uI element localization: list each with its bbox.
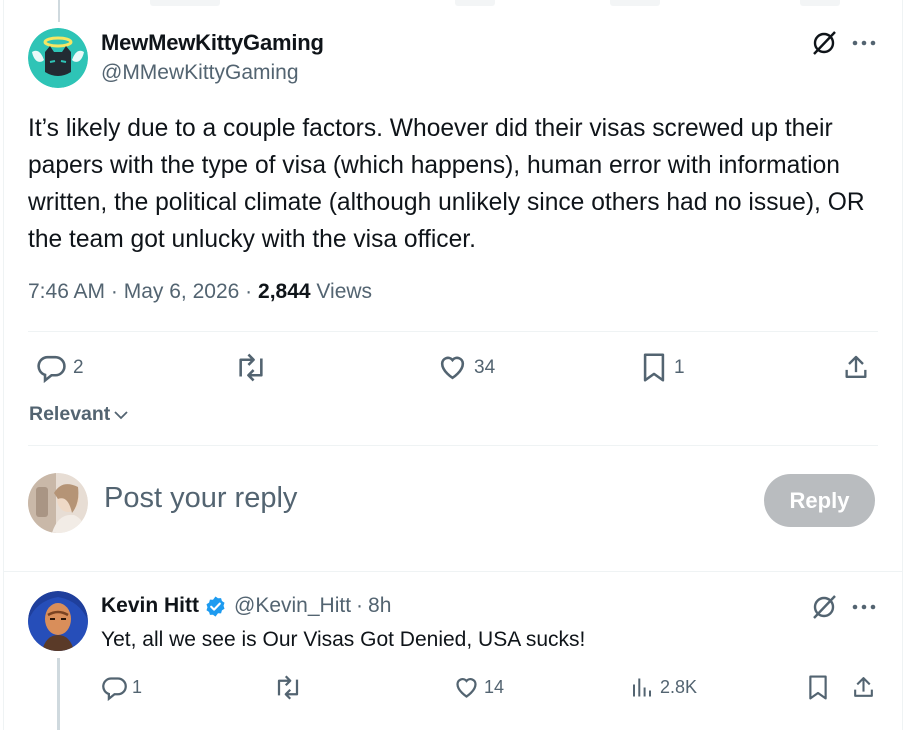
reply-views-count: 2.8K	[660, 677, 698, 697]
thread-connector-top	[58, 0, 60, 22]
meta-separator: ·	[245, 280, 253, 303]
reply-separator: ·	[356, 594, 364, 617]
current-user-avatar[interactable]	[28, 473, 88, 533]
author-avatar[interactable]	[28, 28, 88, 88]
reply-repost-action[interactable]	[273, 674, 309, 701]
repost-icon	[239, 353, 263, 382]
timeline-border-right	[902, 0, 903, 730]
bookmark-count: 1	[674, 356, 685, 378]
share-icon	[854, 677, 873, 697]
bookmark-icon	[809, 675, 827, 700]
bookmark-action[interactable]: 1	[640, 352, 685, 383]
more-icon[interactable]	[851, 30, 877, 56]
reply-count: 2	[73, 356, 84, 378]
sort-label: Relevant	[29, 403, 111, 425]
reply-author-name[interactable]: Kevin Hitt	[101, 594, 199, 618]
reply-share-action[interactable]	[851, 674, 876, 701]
more-icon[interactable]	[851, 594, 877, 620]
divider	[28, 445, 878, 446]
like-action[interactable]: 34	[437, 352, 495, 383]
thread-line	[57, 658, 60, 730]
reply-header: Kevin Hitt @Kevin_Hitt · 8h	[101, 594, 391, 618]
section-divider	[4, 571, 902, 572]
reply-action[interactable]: 2	[36, 352, 84, 383]
chevron-down-icon	[114, 410, 128, 419]
verified-badge-icon[interactable]	[204, 595, 227, 618]
author-handle[interactable]: @MMewKittyGaming	[101, 61, 299, 85]
divider	[28, 331, 878, 332]
tweet-text: It’s likely due to a couple factors. Who…	[28, 115, 865, 253]
timeline-border-left	[3, 0, 4, 730]
grok-icon[interactable]	[811, 594, 837, 620]
views-count[interactable]: 2,844	[258, 280, 311, 303]
reply-icon	[102, 677, 127, 701]
previous-post-remnant	[150, 0, 220, 6]
reply-author-avatar[interactable]	[28, 591, 88, 651]
like-icon	[440, 356, 465, 380]
tweet-time[interactable]: 7:46 AM	[28, 280, 105, 303]
author-name[interactable]: MewMewKittyGaming	[101, 30, 324, 56]
tweet-date[interactable]: May 6, 2026	[124, 280, 240, 303]
reply-button[interactable]: Reply	[764, 474, 875, 527]
previous-post-remnant	[455, 0, 495, 6]
share-icon	[845, 355, 867, 378]
reply-views-action[interactable]: 2.8K	[630, 674, 697, 701]
bookmark-icon	[643, 353, 665, 382]
reply-like-count: 14	[484, 677, 505, 697]
reply-author-handle[interactable]: @Kevin_Hitt	[234, 594, 351, 618]
share-action[interactable]	[842, 352, 870, 383]
sort-selector[interactable]: Relevant	[29, 403, 129, 426]
grok-icon[interactable]	[811, 30, 837, 56]
reply-input[interactable]: Post your reply	[104, 482, 297, 515]
previous-post-remnant	[610, 0, 660, 6]
reply-reply-count: 1	[132, 677, 143, 697]
repost-action[interactable]	[234, 352, 274, 383]
reply-text: Yet, all we see is Our Visas Got Denied,…	[101, 628, 586, 651]
reply-icon	[37, 355, 66, 383]
reply-time[interactable]: 8h	[368, 594, 391, 618]
meta-separator: ·	[110, 280, 118, 303]
reply-reply-action[interactable]: 1	[101, 674, 142, 701]
like-count: 34	[474, 356, 496, 378]
repost-icon	[277, 675, 299, 700]
tweet-meta: 7:46 AM · May 6, 2026 · 2,844 Views	[28, 280, 372, 304]
like-icon	[456, 678, 477, 698]
reply-bookmark-action[interactable]	[806, 674, 830, 701]
reply-like-action[interactable]: 14	[453, 674, 504, 701]
views-label[interactable]: Views	[316, 280, 372, 303]
views-icon	[633, 678, 651, 697]
previous-post-remnant	[800, 0, 840, 6]
